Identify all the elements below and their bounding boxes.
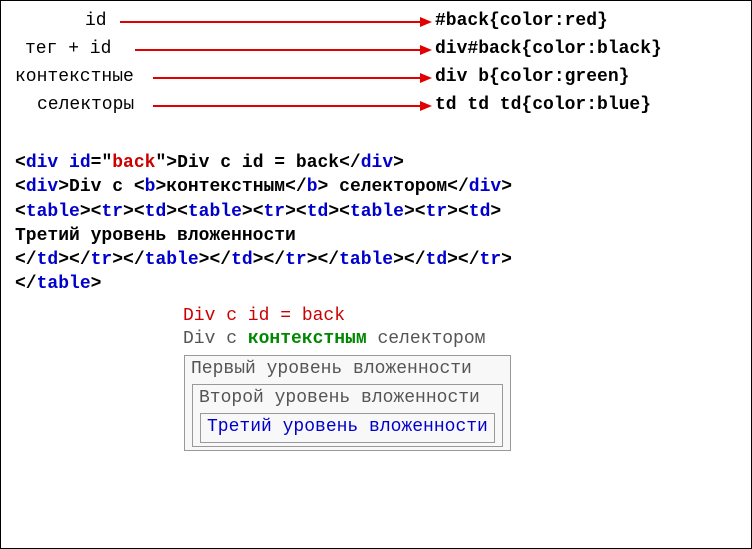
arrow-head-icon [420, 45, 432, 55]
arrow-head-icon [420, 17, 432, 27]
render-line2-b: контекстным [248, 329, 367, 349]
nested-table: Первый уровень вложенности Второй уровен… [183, 354, 512, 452]
selector-diagram: id #back{color:red} тег + id div#back{co… [15, 11, 737, 131]
level3-text: Третий уровень вложенности [207, 417, 488, 437]
arrow-context-1 [153, 77, 420, 79]
tag-b: b [145, 177, 156, 197]
code-id: #back{color:red} [435, 11, 608, 31]
table-cell-lvl3: Третий уровень вложенности [200, 413, 495, 442]
table-cell-lvl2: Второй уровень вложенности Третий уровен… [192, 384, 503, 447]
tag-tr: tr [101, 202, 123, 222]
code-context-1: div b{color:green} [435, 67, 629, 87]
level2-text: Второй уровень вложенности [199, 388, 480, 408]
html-source: <div id="back">Div c id = back</div> <di… [15, 151, 737, 297]
attr-val: back [112, 153, 155, 173]
label-selectors: селекторы [37, 95, 134, 115]
div2-c: селектором [328, 177, 447, 197]
tag-div: div [26, 153, 58, 173]
attr-id: id [69, 153, 91, 173]
div2-b: контекстным [166, 177, 285, 197]
label-context: контекстные [15, 67, 134, 87]
arrow-head-icon [420, 101, 432, 111]
render-line1: Div c id = back [183, 305, 737, 328]
arrow-context-2 [153, 105, 420, 107]
label-tag-id: тег + id [25, 39, 111, 59]
figure-container: id #back{color:red} тег + id div#back{co… [0, 0, 752, 549]
render-line2-c: селектором [367, 329, 486, 349]
code-context-2: td td td{color:blue} [435, 95, 651, 115]
tag-table: table [26, 202, 80, 222]
table-cell-lvl1: Первый уровень вложенности Второй уровен… [184, 355, 511, 451]
tag-td: td [145, 202, 167, 222]
render-line2: Div c контекстным селектором [183, 328, 737, 351]
nested-text: Третий уровень вложенности [15, 226, 296, 246]
arrow-id [120, 21, 420, 23]
arrow-tag-id [135, 49, 420, 51]
level1-text: Первый уровень вложенности [191, 359, 472, 379]
render-line2-a: Div c [183, 329, 248, 349]
div1-text: Div c id = back [177, 153, 339, 173]
rendered-output: Div c id = back Div c контекстным селект… [183, 305, 737, 452]
label-id: id [85, 11, 107, 31]
code-tag-id: div#back{color:black} [435, 39, 662, 59]
arrow-head-icon [420, 73, 432, 83]
div2-a: Div c [69, 177, 134, 197]
